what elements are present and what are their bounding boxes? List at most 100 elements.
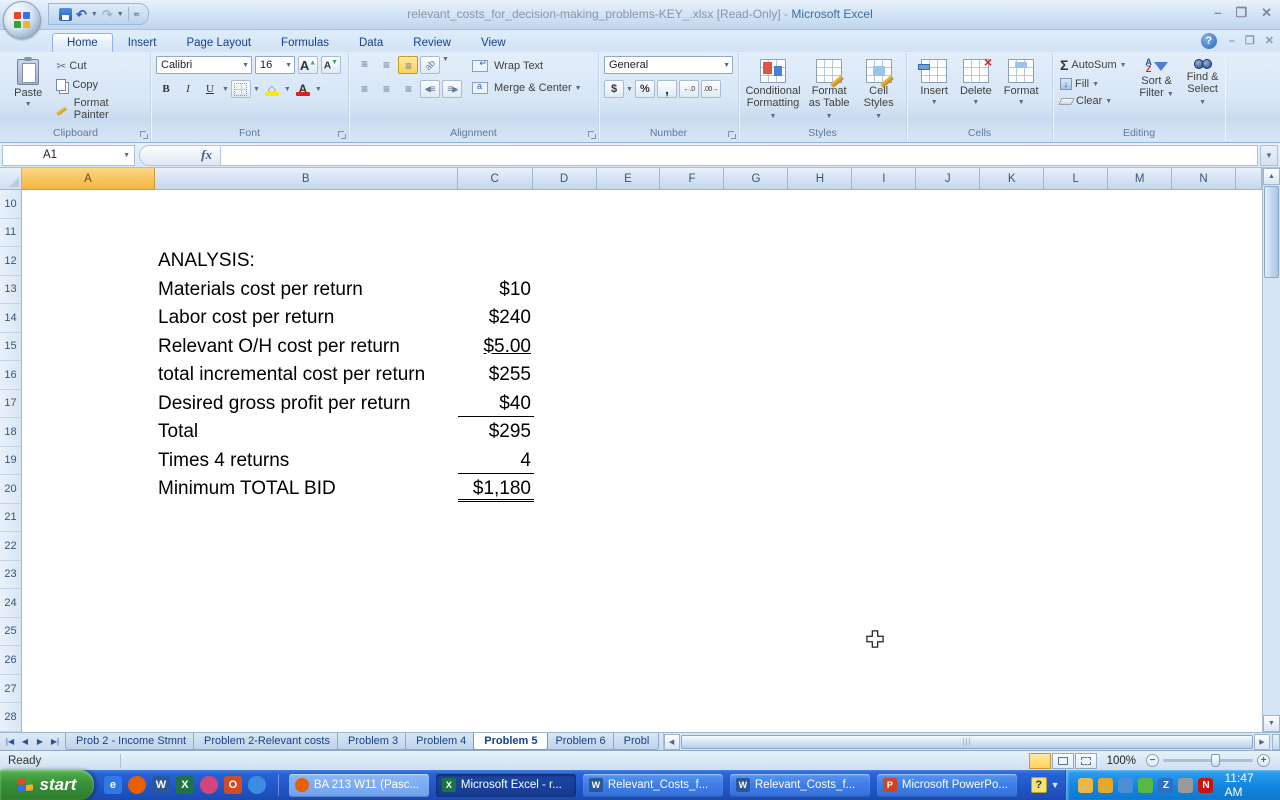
taskbar-button-powerpoint[interactable]: PMicrosoft PowerPo... bbox=[877, 774, 1017, 797]
bold-button[interactable]: B bbox=[156, 80, 176, 98]
decrease-decimal-button[interactable]: .00→ bbox=[701, 80, 721, 98]
row-header-15[interactable]: 15 bbox=[0, 333, 21, 362]
italic-button[interactable]: I bbox=[178, 80, 198, 98]
accounting-dropdown[interactable]: ▼ bbox=[626, 86, 633, 93]
close-button[interactable]: ✕ bbox=[1261, 6, 1272, 20]
sort-filter-button[interactable]: AZ Sort & Filter ▼ bbox=[1135, 56, 1179, 127]
borders-button[interactable] bbox=[231, 80, 251, 98]
increase-indent-button[interactable]: ≡⫸ bbox=[442, 80, 462, 98]
customize-qat-button[interactable]: ≖ bbox=[133, 9, 141, 20]
font-color-button[interactable]: A bbox=[293, 80, 313, 98]
row-header-21[interactable]: 21 bbox=[0, 504, 21, 533]
column-header-H[interactable]: H bbox=[788, 168, 852, 190]
row-header-13[interactable]: 13 bbox=[0, 276, 21, 305]
number-format-combo[interactable]: General▼ bbox=[604, 56, 733, 74]
row-header-18[interactable]: 18 bbox=[0, 418, 21, 447]
start-button[interactable]: start bbox=[0, 770, 94, 800]
align-left-button[interactable]: ≡ bbox=[354, 80, 374, 98]
autosum-button[interactable]: ΣAutoSum▼ bbox=[1058, 56, 1129, 74]
comma-style-button[interactable]: , bbox=[657, 80, 677, 98]
shrink-font-button[interactable]: A▼ bbox=[321, 56, 341, 74]
undo-dropdown[interactable]: ▼ bbox=[91, 11, 98, 18]
underline-button[interactable]: U bbox=[200, 80, 220, 98]
font-color-dropdown[interactable]: ▼ bbox=[315, 86, 322, 93]
row-header-24[interactable]: 24 bbox=[0, 589, 21, 618]
column-header-J[interactable]: J bbox=[916, 168, 980, 190]
tab-formulas[interactable]: Formulas bbox=[266, 33, 344, 52]
restore-button[interactable]: ❐ bbox=[1235, 6, 1247, 20]
help-tray-icon[interactable]: ? bbox=[1031, 777, 1047, 793]
row-header-12[interactable]: 12 bbox=[0, 247, 21, 276]
media-icon[interactable] bbox=[248, 776, 266, 794]
sheet-tab-problem-2-relevant-costs[interactable]: Problem 2-Relevant costs bbox=[193, 733, 341, 750]
formula-input[interactable] bbox=[221, 145, 1258, 166]
insert-function-button[interactable]: fx bbox=[139, 145, 221, 166]
row-header-25[interactable]: 25 bbox=[0, 618, 21, 647]
fill-color-button[interactable]: ◇ bbox=[262, 80, 282, 98]
first-sheet-button[interactable]: |◀ bbox=[3, 737, 17, 746]
clipboard-dialog-launcher[interactable] bbox=[139, 130, 148, 139]
tray-messenger-icon[interactable] bbox=[1078, 778, 1093, 793]
zoom-in-button[interactable]: + bbox=[1257, 754, 1270, 767]
format-as-table-button[interactable]: Format as Table ▼ bbox=[804, 56, 854, 127]
firefox-icon[interactable] bbox=[128, 776, 146, 794]
row-header-16[interactable]: 16 bbox=[0, 361, 21, 390]
tray-z-icon[interactable]: Z bbox=[1158, 778, 1173, 793]
office-button[interactable] bbox=[3, 1, 41, 39]
row-header-28[interactable]: 28 bbox=[0, 703, 21, 732]
workbook-restore-button[interactable]: ❐ bbox=[1245, 35, 1255, 47]
fill-button[interactable]: ↓Fill▼ bbox=[1058, 77, 1129, 91]
grow-font-button[interactable]: A▲ bbox=[298, 56, 318, 74]
workbook-close-button[interactable]: ✕ bbox=[1265, 35, 1274, 47]
redo-dropdown[interactable]: ▼ bbox=[117, 11, 124, 18]
percent-style-button[interactable]: % bbox=[635, 80, 655, 98]
tab-page-layout[interactable]: Page Layout bbox=[171, 33, 266, 52]
cut-button[interactable]: ✂Cut bbox=[54, 58, 145, 74]
zoom-slider-thumb[interactable] bbox=[1211, 754, 1220, 767]
scroll-up-icon[interactable]: ▲ bbox=[1263, 168, 1280, 185]
column-header-M[interactable]: M bbox=[1108, 168, 1172, 190]
scroll-right-icon[interactable]: ▶ bbox=[1254, 734, 1270, 750]
row-header-11[interactable]: 11 bbox=[0, 219, 21, 248]
fill-color-dropdown[interactable]: ▼ bbox=[284, 86, 291, 93]
column-header-C[interactable]: C bbox=[458, 168, 533, 190]
align-right-button[interactable]: ≡ bbox=[398, 80, 418, 98]
column-header-L[interactable]: L bbox=[1044, 168, 1108, 190]
name-box[interactable]: A1▼ bbox=[2, 145, 135, 166]
minimize-button[interactable]: – bbox=[1214, 6, 1221, 20]
column-header-I[interactable]: I bbox=[852, 168, 916, 190]
font-size-combo[interactable]: 16▼ bbox=[255, 56, 295, 74]
find-select-button[interactable]: Find & Select ▼ bbox=[1181, 56, 1225, 127]
tray-shield-icon[interactable] bbox=[1098, 778, 1113, 793]
cell-styles-button[interactable]: Cell Styles ▼ bbox=[856, 56, 901, 127]
top-align-button[interactable]: ≡ bbox=[354, 56, 374, 74]
decrease-indent-button[interactable]: ⫷≡ bbox=[420, 80, 440, 98]
middle-align-button[interactable]: ≡ bbox=[376, 56, 396, 74]
normal-view-button[interactable] bbox=[1029, 753, 1051, 769]
row-header-27[interactable]: 27 bbox=[0, 675, 21, 704]
borders-dropdown[interactable]: ▼ bbox=[253, 86, 260, 93]
word-icon[interactable]: W bbox=[152, 776, 170, 794]
column-header-A[interactable]: A bbox=[22, 168, 155, 190]
outlook-icon[interactable]: O bbox=[224, 776, 242, 794]
tray-tool-icon[interactable] bbox=[1118, 778, 1133, 793]
column-header-G[interactable]: G bbox=[724, 168, 788, 190]
column-header-partial[interactable] bbox=[1236, 168, 1262, 190]
internet-explorer-icon[interactable]: e bbox=[104, 776, 122, 794]
column-header-F[interactable]: F bbox=[660, 168, 724, 190]
sheet-tab-problem-6[interactable]: Problem 6 bbox=[544, 733, 616, 750]
sheet-tab-problem-4[interactable]: Problem 4 bbox=[405, 733, 477, 750]
zoom-level[interactable]: 100% bbox=[1107, 755, 1136, 767]
underline-dropdown[interactable]: ▼ bbox=[222, 86, 229, 93]
scroll-down-icon[interactable]: ▼ bbox=[1263, 715, 1280, 732]
increase-decimal-button[interactable]: ←.0 bbox=[679, 80, 699, 98]
tab-home[interactable]: Home bbox=[52, 33, 113, 52]
alignment-dialog-launcher[interactable] bbox=[587, 130, 596, 139]
horizontal-scrollbar[interactable]: ◀ ||| ▶ bbox=[663, 733, 1280, 750]
format-painter-button[interactable]: Format Painter bbox=[54, 96, 145, 122]
column-header-K[interactable]: K bbox=[980, 168, 1044, 190]
vertical-scrollbar[interactable]: ▲ ▼ bbox=[1262, 168, 1280, 732]
tab-review[interactable]: Review bbox=[398, 33, 466, 52]
taskbar-button-word[interactable]: WRelevant_Costs_f... bbox=[583, 774, 723, 797]
taskbar-button-excel[interactable]: XMicrosoft Excel - r... bbox=[436, 774, 576, 797]
